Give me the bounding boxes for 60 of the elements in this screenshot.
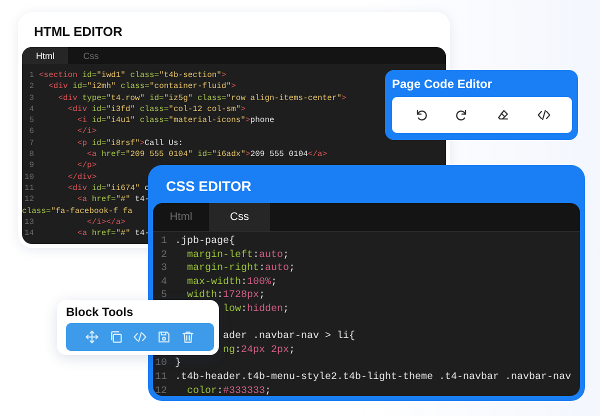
line-number: 11 (23, 182, 34, 194)
code-line: <a href="#" t4- (76, 228, 150, 240)
line-number: 6 (28, 126, 34, 138)
line-number: 10 (23, 172, 34, 183)
editor-tab[interactable]: Html (22, 47, 68, 64)
move-icon[interactable] (85, 330, 99, 344)
card-title: HTML EDITOR (33, 23, 124, 41)
line-number: 5 (28, 115, 34, 126)
code-line: </p> (76, 160, 97, 172)
code-line: color:#333333; (186, 384, 272, 396)
code-line: <section id="iwd1" class="t4b-section"> (39, 70, 226, 82)
code-line: margin-left:auto; (186, 248, 290, 262)
card-title: CSS EDITOR (165, 177, 252, 196)
code-line: max-width:100%; (186, 276, 278, 290)
line-number: 1 (160, 235, 167, 249)
code-line: low:hidden; (223, 302, 290, 317)
line-number: 8 (28, 149, 34, 160)
card-title: Page Code Editor (392, 77, 494, 91)
line-number: 1 (28, 70, 34, 82)
line-number: 7 (28, 138, 34, 150)
eraser-icon[interactable] (496, 108, 510, 122)
redo-icon[interactable] (454, 108, 468, 122)
code-line: .t4b-header.t4b-menu-style2.t4b-light-theme .t4-navbar .navbar-nav (175, 370, 572, 385)
code-line: <i id="i4u1" class="material-icons">phone (76, 115, 274, 126)
code-line: margin-right:auto; (186, 262, 296, 276)
save-icon[interactable] (157, 330, 171, 344)
code-line: <a href="209 555 0104" id="i6adx">209 555 0104</a> (86, 149, 328, 160)
code-line: width:1728px; (186, 289, 266, 303)
code-line: ader .navbar-nav > li{ (223, 330, 356, 344)
code-line: } (175, 357, 182, 371)
line-number: 3 (160, 262, 167, 276)
line-number: 11 (154, 370, 167, 385)
line-number: 4 (28, 104, 34, 116)
line-number: 9 (28, 160, 34, 172)
code-line: <p id="i8rsf">Call Us: (76, 138, 184, 150)
line-number: 3 (28, 92, 34, 104)
line-number: 4 (160, 276, 167, 290)
line-number: 2 (160, 248, 167, 262)
code-line: ng:24px 2px; (223, 344, 296, 358)
code-line: </div> (66, 172, 97, 183)
code-line: <div id="i3fd" class="col-12 col-sm"> (66, 104, 246, 116)
line-number: 13 (23, 216, 34, 228)
code-line: <a href="#" t4- (76, 194, 150, 206)
trash-icon[interactable] (181, 330, 195, 344)
copy-icon[interactable] (109, 330, 123, 344)
card-title: Block Tools (66, 305, 134, 319)
line-number: 12 (154, 384, 167, 396)
code-line: </i> (76, 126, 97, 138)
code-line: </i></a> (86, 216, 126, 228)
line-number: 5 (160, 289, 167, 303)
editor-tab[interactable]: Css (209, 203, 270, 231)
code-line: <div id="i2mh" class="container-fluid"> (48, 81, 236, 93)
line-number: 10 (154, 357, 167, 371)
line-number: 2 (28, 81, 34, 93)
code-line: class="fa-facebook-f fa (22, 206, 132, 217)
line-number: 12 (23, 194, 34, 206)
code-line: <div type="t4.row" id="iz5g" class="row align-items-center"> (57, 92, 346, 104)
code-icon[interactable] (536, 108, 550, 122)
line-number: 14 (23, 228, 34, 240)
code-line: .jpb-page{ (175, 235, 236, 249)
